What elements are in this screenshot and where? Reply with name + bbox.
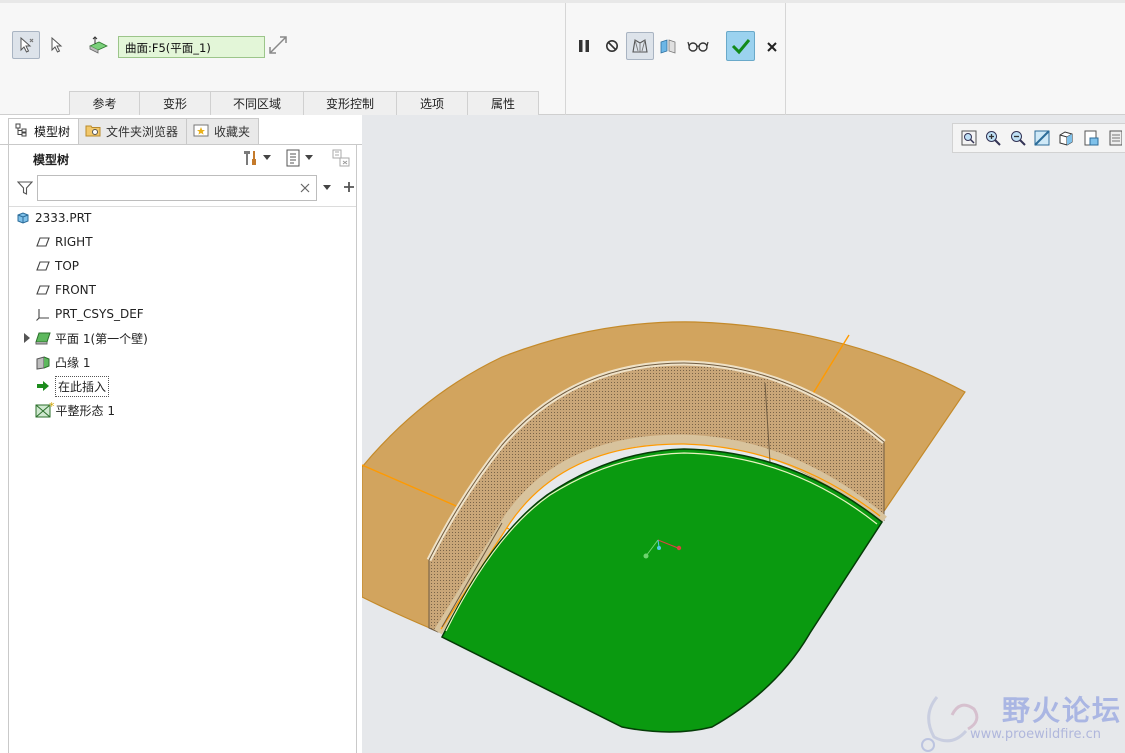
tab-properties[interactable]: 属性 — [467, 91, 539, 117]
navigator-tabs: 模型树 文件夹浏览器 收藏夹 — [8, 118, 260, 145]
saved-orientation-icon — [1059, 131, 1073, 146]
tree-node-flat-state[interactable]: * 平整形态 1 — [35, 399, 115, 421]
tab-folder-browser-label: 文件夹浏览器 — [106, 125, 179, 139]
repaint-icon — [1034, 130, 1050, 146]
planar-wall-icon — [35, 330, 51, 346]
datum-plane-icon — [35, 258, 51, 274]
tab-different-regions[interactable]: 不同区域 — [210, 91, 304, 117]
watermark-logo — [921, 696, 979, 752]
surface-sheet-icon — [84, 31, 112, 59]
tree-node-flange[interactable]: 凸缘 1 — [35, 351, 90, 373]
insert-here-arrow-icon — [35, 378, 51, 394]
tree-node-label: PRT_CSYS_DEF — [55, 307, 144, 321]
section-icon — [1109, 130, 1122, 146]
zoom-in-button[interactable] — [983, 127, 1003, 149]
zoom-out-button[interactable] — [1008, 127, 1028, 149]
cancel-button[interactable] — [758, 33, 786, 61]
tree-node-planar-wall[interactable]: 平面 1(第一个壁) — [21, 327, 148, 349]
tab-model-tree[interactable]: 模型树 — [8, 118, 80, 145]
pick-arrow-icon[interactable] — [42, 31, 70, 59]
zoom-out-icon — [1010, 131, 1026, 146]
chevron-down-icon — [305, 155, 313, 160]
model-tree-icon — [15, 123, 29, 140]
tree-node-part[interactable]: 2333.PRT — [15, 207, 91, 229]
refit-icon — [961, 130, 977, 146]
dashboard-main-group: 曲面:F5(平面_1) 参考 变形 不同区域 变形控制 选项 属性 — [4, 3, 566, 117]
model-tree-title: 模型树 — [33, 153, 70, 167]
tree-node-label: 在此插入 — [55, 375, 110, 397]
navigator-panel: 模型树 文件夹浏览器 收藏夹 模型树 2333.PRT RIGHT TOP FR… — [0, 115, 362, 753]
watermark-title: 野火论坛 — [1002, 694, 1123, 727]
close-icon — [767, 42, 777, 52]
view-toolbar — [952, 123, 1125, 153]
tree-node-front[interactable]: FRONT — [35, 279, 96, 301]
pause-icon[interactable] — [570, 32, 598, 60]
model-tree-panel: 模型树 2333.PRT RIGHT TOP FRONT PRT_CSYS_DE… — [8, 145, 357, 753]
tab-favorites[interactable]: 收藏夹 — [186, 118, 260, 145]
pick-arrow-active-icon[interactable] — [12, 31, 40, 59]
surface-collector-field[interactable]: 曲面:F5(平面_1) — [118, 36, 265, 58]
flip-direction-icon[interactable] — [264, 31, 292, 59]
geometry-preview-icon[interactable] — [626, 32, 654, 60]
watermark-url: www.proewildfire.cn — [970, 727, 1101, 742]
tree-node-label: 平面 1(第一个壁) — [55, 331, 148, 346]
tree-node-label: FRONT — [55, 283, 96, 297]
tab-model-tree-label: 模型树 — [34, 125, 71, 139]
view-manager-icon — [1084, 130, 1099, 146]
tools-icon — [244, 151, 256, 165]
section-view-button[interactable] — [1105, 127, 1125, 149]
tab-deform[interactable]: 变形 — [139, 91, 211, 117]
view-manager-button[interactable] — [1080, 127, 1100, 149]
tree-search-input[interactable] — [37, 175, 317, 201]
search-dropdown-icon[interactable] — [323, 185, 331, 191]
clear-search-icon[interactable] — [300, 183, 310, 193]
tree-node-top[interactable]: TOP — [35, 255, 79, 277]
favorites-icon — [193, 123, 209, 140]
tree-node-right[interactable]: RIGHT — [35, 231, 93, 253]
verify-icon[interactable] — [654, 32, 682, 60]
tree-settings-button[interactable] — [241, 147, 271, 169]
saved-orientations-button[interactable] — [1056, 127, 1076, 149]
tab-folder-browser[interactable]: 文件夹浏览器 — [78, 118, 188, 145]
tab-options[interactable]: 选项 — [396, 91, 468, 117]
dashboard-tabs: 参考 变形 不同区域 变形控制 选项 属性 — [69, 91, 539, 117]
expand-arrow-icon[interactable] — [21, 332, 33, 344]
coordinate-system-icon — [35, 306, 51, 322]
tree-node-label: 平整形态 1 — [55, 403, 115, 418]
tree-node-label: 2333.PRT — [35, 211, 92, 225]
flange-icon — [35, 354, 51, 370]
ok-button[interactable] — [726, 31, 755, 61]
glasses-preview-icon[interactable] — [684, 32, 712, 60]
tree-node-insert-here[interactable]: 在此插入 — [35, 375, 110, 397]
tab-deform-control[interactable]: 变形控制 — [303, 91, 397, 117]
list-document-icon — [286, 149, 300, 167]
model-viewport[interactable] — [362, 115, 1125, 753]
part-icon — [15, 210, 31, 226]
datum-plane-icon — [35, 234, 51, 250]
tab-favorites-label: 收藏夹 — [214, 125, 251, 139]
chevron-down-icon — [263, 155, 271, 160]
no-preview-icon[interactable] — [598, 32, 626, 60]
tree-node-label: RIGHT — [55, 235, 93, 249]
tab-references[interactable]: 参考 — [69, 91, 140, 117]
dashboard-action-group — [566, 3, 786, 115]
tree-node-csys[interactable]: PRT_CSYS_DEF — [35, 303, 144, 325]
tree-search-row — [15, 175, 354, 201]
graphics-window[interactable]: 野火论坛 www.proewildfire.cn — [362, 115, 1125, 753]
tree-node-label: TOP — [55, 259, 80, 273]
tree-filter-columns-button[interactable] — [331, 147, 351, 169]
zoom-in-icon — [986, 131, 1002, 146]
datum-plane-icon — [35, 282, 51, 298]
filter-icon[interactable] — [17, 180, 33, 196]
folder-browser-icon — [85, 123, 101, 140]
refit-button[interactable] — [959, 127, 979, 149]
asterisk-marker-icon: * — [49, 399, 55, 413]
checkmark-icon — [731, 39, 750, 55]
show-menu-button[interactable] — [285, 147, 313, 169]
repaint-button[interactable] — [1032, 127, 1052, 149]
add-filter-icon[interactable] — [343, 181, 355, 193]
tree-node-label: 凸缘 1 — [55, 355, 91, 370]
feature-dashboard: 曲面:F5(平面_1) 参考 变形 不同区域 变形控制 选项 属性 — [0, 0, 1125, 117]
tree-columns-icon — [332, 149, 350, 167]
